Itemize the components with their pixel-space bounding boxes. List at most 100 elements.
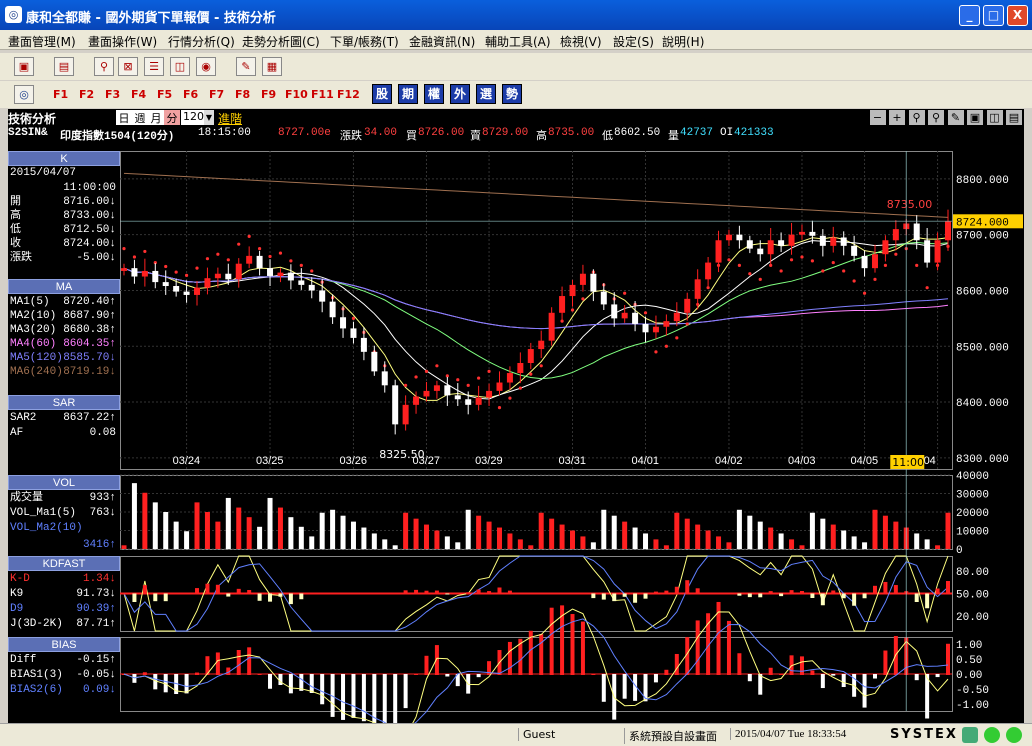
kd-diff-bar: [622, 593, 627, 597]
fkey-f4[interactable]: F4: [131, 88, 146, 101]
close-button[interactable]: X: [1007, 5, 1028, 26]
period-month-button[interactable]: 月: [148, 110, 164, 125]
key-trend[interactable]: 勢: [502, 84, 522, 104]
key-futures[interactable]: 期: [398, 84, 418, 104]
fkey-f3[interactable]: F3: [105, 88, 120, 101]
menu-settings[interactable]: 設定(S): [613, 33, 654, 50]
bias-bar: [361, 674, 366, 722]
vol-row-2: VOL_Ma1(5) 763↓: [10, 507, 116, 519]
fkey-f2[interactable]: F2: [79, 88, 94, 101]
magnifier-icon[interactable]: ⚲: [94, 57, 114, 76]
volume-bar: [142, 492, 148, 549]
menu-bar: 畫面管理(M) 畫面操作(W) 行情分析(Q) 走勢分析圖(C) 下單/帳務(T…: [0, 30, 1032, 50]
candle-body: [694, 279, 701, 299]
close-box-icon[interactable]: ⊠: [118, 57, 138, 76]
fkey-f6[interactable]: F6: [183, 88, 198, 101]
candle-body: [517, 363, 524, 374]
menu-help[interactable]: 說明(H): [662, 33, 704, 50]
menu-view[interactable]: 檢視(V): [560, 33, 602, 50]
list-icon[interactable]: ☰: [144, 57, 164, 76]
menu-screen-operate[interactable]: 畫面操作(W): [88, 33, 157, 50]
sar-dot: [404, 383, 408, 387]
menu-tools[interactable]: 輔助工具(A): [485, 33, 551, 50]
draw-icon[interactable]: ✎: [947, 110, 964, 125]
menu-trend-chart[interactable]: 走勢分析圖(C): [242, 33, 320, 50]
volume-bar: [643, 533, 649, 549]
price-tick-label: 8500.000: [956, 342, 1009, 354]
bias-bar: [257, 674, 262, 675]
volume-bar: [549, 518, 555, 549]
advanced-link[interactable]: 進階: [218, 110, 242, 127]
coin-icon[interactable]: ◉: [196, 57, 216, 76]
sar-dot: [831, 260, 835, 265]
fkey-f7[interactable]: F7: [209, 88, 224, 101]
volume-bar: [590, 542, 596, 549]
bias-bar: [393, 674, 398, 723]
monitor-icon[interactable]: ▤: [54, 57, 74, 76]
high-value: 8735.00: [548, 127, 595, 139]
close-panel-icon[interactable]: ▤: [1006, 110, 1022, 125]
menu-order-account[interactable]: 下單/帳務(T): [330, 33, 399, 50]
sar-dot: [477, 376, 481, 380]
kd-diff-bar: [299, 593, 304, 600]
volume-bar: [914, 533, 920, 549]
zoom-in-icon[interactable]: +: [889, 110, 905, 125]
bias-bar: [591, 673, 596, 675]
fkey-f10[interactable]: F10: [285, 88, 308, 101]
candle-body: [725, 234, 732, 241]
fkey-f8[interactable]: F8: [235, 88, 250, 101]
volume-bar: [830, 524, 836, 549]
home-logo-icon[interactable]: ◎: [14, 85, 34, 104]
window-icon[interactable]: ▣: [14, 57, 34, 76]
save-icon[interactable]: ▣: [967, 110, 983, 125]
candle-body: [621, 312, 628, 319]
chart-window-icon[interactable]: ▦: [262, 57, 282, 76]
key-select[interactable]: 選: [476, 84, 496, 104]
search-icon[interactable]: ⚲: [908, 110, 925, 125]
kd-tick-label: 80.00: [956, 567, 989, 579]
key-foreign[interactable]: 外: [450, 84, 470, 104]
bias-tick-label: 0.00: [956, 670, 982, 682]
period-minute-button[interactable]: 分: [164, 110, 180, 125]
find-icon[interactable]: ⚲: [928, 110, 944, 125]
split-icon[interactable]: ◫: [170, 57, 190, 76]
sar-dot: [800, 255, 804, 259]
key-stock[interactable]: 股: [372, 84, 392, 104]
candle-body: [131, 268, 138, 277]
volume-bar: [841, 530, 847, 549]
maximize-button[interactable]: □: [983, 5, 1004, 26]
fkey-f5[interactable]: F5: [157, 88, 172, 101]
menu-quote-analysis[interactable]: 行情分析(Q): [168, 33, 235, 50]
fkey-f9[interactable]: F9: [261, 88, 276, 101]
quote-strip: S2SIN& 印度指數1504(120分) 18:15:00 8727.00e …: [8, 126, 1024, 143]
low-mark-label: 8325.50: [379, 448, 425, 461]
fkey-f12[interactable]: F12: [337, 88, 360, 101]
bias-bar: [946, 643, 950, 675]
key-options[interactable]: 權: [424, 84, 444, 104]
kd-diff-bar: [184, 593, 189, 595]
period-day-button[interactable]: 日: [116, 110, 132, 125]
sar-dot: [497, 406, 502, 410]
chart-area[interactable]: 8800.000 8700.000 8600.000 8500.000 8400.000…: [120, 151, 1024, 723]
sar-dot: [174, 270, 178, 274]
candle-body: [173, 286, 180, 292]
volume-bar: [350, 521, 356, 549]
fkey-f1[interactable]: F1: [53, 88, 68, 101]
fkey-f11[interactable]: F11: [311, 88, 334, 101]
candle-body: [527, 349, 534, 363]
period-week-button[interactable]: 週: [132, 110, 148, 125]
candle-body: [444, 385, 451, 396]
kd-diff-bar: [935, 588, 940, 595]
pen-icon[interactable]: ✎: [236, 57, 256, 76]
sar-dot: [789, 258, 794, 262]
menu-screen-manage[interactable]: 畫面管理(M): [8, 33, 76, 50]
candle-body: [194, 287, 201, 295]
zoom-out-icon[interactable]: −: [869, 110, 886, 125]
restore-icon[interactable]: ◫: [986, 110, 1003, 125]
bias-tick-label: 0.50: [956, 655, 982, 667]
interval-dropdown-icon[interactable]: ▼: [204, 110, 214, 125]
menu-finance-info[interactable]: 金融資訊(N): [409, 33, 475, 50]
candle-body: [538, 340, 545, 350]
candle-body: [600, 291, 607, 305]
minimize-button[interactable]: _: [959, 5, 980, 26]
